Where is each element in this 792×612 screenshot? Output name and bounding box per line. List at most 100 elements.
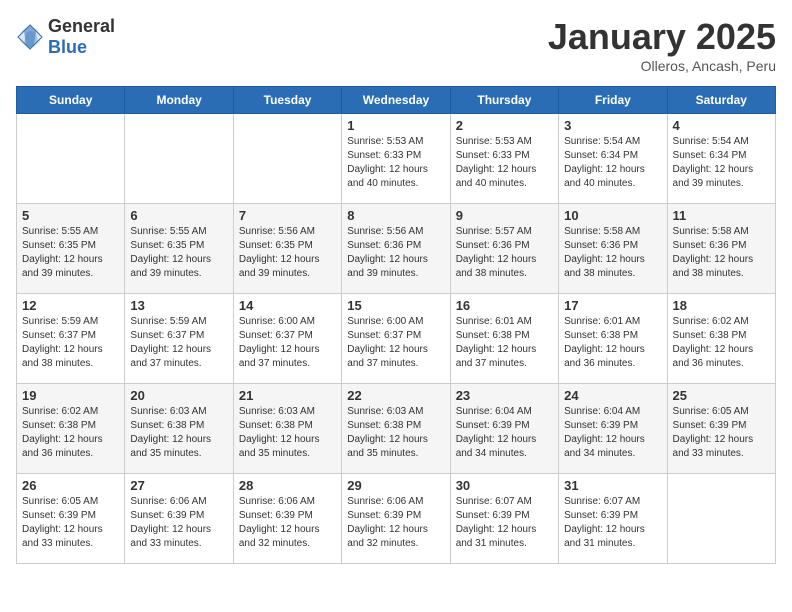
calendar-week-row: 12 Sunrise: 5:59 AM Sunset: 6:37 PM Dayli… xyxy=(17,294,776,384)
day-number: 31 xyxy=(564,478,661,493)
day-info: Sunrise: 5:59 AM Sunset: 6:37 PM Dayligh… xyxy=(130,315,227,371)
day-info: Sunrise: 6:04 AM Sunset: 6:39 PM Dayligh… xyxy=(564,405,661,461)
day-number: 9 xyxy=(456,208,553,223)
day-info: Sunrise: 6:06 AM Sunset: 6:39 PM Dayligh… xyxy=(347,495,444,551)
day-info: Sunrise: 5:56 AM Sunset: 6:35 PM Dayligh… xyxy=(239,225,336,281)
logo-general: General xyxy=(48,16,115,36)
table-row: 9Sunrise: 5:57 AM Sunset: 6:36 PM Daylig… xyxy=(450,204,558,294)
table-row: 21 Sunrise: 6:03 AM Sunset: 6:38 PM Dayli… xyxy=(233,384,341,474)
day-number: 7 xyxy=(239,208,336,223)
col-saturday: Saturday xyxy=(667,87,775,114)
table-row: 27Sunrise: 6:06 AM Sunset: 6:39 PM Dayli… xyxy=(125,474,233,564)
table-row: 20 Sunrise: 6:03 AM Sunset: 6:38 PM Dayli… xyxy=(125,384,233,474)
day-number: 2 xyxy=(456,118,553,133)
day-number: 6 xyxy=(130,208,227,223)
table-row: 17Sunrise: 6:01 AM Sunset: 6:38 PM Dayli… xyxy=(559,294,667,384)
calendar-week-row: 5 Sunrise: 5:55 AM Sunset: 6:35 PM Daylig… xyxy=(17,204,776,294)
table-row: 25 Sunrise: 6:05 AM Sunset: 6:39 PM Dayli… xyxy=(667,384,775,474)
table-row xyxy=(125,114,233,204)
table-row: 28 Sunrise: 6:06 AM Sunset: 6:39 PM Dayli… xyxy=(233,474,341,564)
day-number: 21 xyxy=(239,388,336,403)
day-number: 4 xyxy=(673,118,770,133)
table-row: 29Sunrise: 6:06 AM Sunset: 6:39 PM Dayli… xyxy=(342,474,450,564)
day-number: 26 xyxy=(22,478,119,493)
title-area: January 2025 Olleros, Ancash, Peru xyxy=(548,16,776,74)
day-number: 16 xyxy=(456,298,553,313)
day-info: Sunrise: 6:06 AM Sunset: 6:39 PM Dayligh… xyxy=(239,495,336,551)
table-row: 1 Sunrise: 5:53 AM Sunset: 6:33 PM Daylig… xyxy=(342,114,450,204)
table-row: 12 Sunrise: 5:59 AM Sunset: 6:37 PM Dayli… xyxy=(17,294,125,384)
day-number: 24 xyxy=(564,388,661,403)
table-row: 19Sunrise: 6:02 AM Sunset: 6:38 PM Dayli… xyxy=(17,384,125,474)
table-row: 18 Sunrise: 6:02 AM Sunset: 6:38 PM Dayli… xyxy=(667,294,775,384)
day-number: 20 xyxy=(130,388,227,403)
day-number: 1 xyxy=(347,118,444,133)
table-row: 16 Sunrise: 6:01 AM Sunset: 6:38 PM Dayli… xyxy=(450,294,558,384)
day-info: Sunrise: 6:02 AM Sunset: 6:38 PM Dayligh… xyxy=(673,315,770,371)
col-thursday: Thursday xyxy=(450,87,558,114)
table-row: 4 Sunrise: 5:54 AM Sunset: 6:34 PM Daylig… xyxy=(667,114,775,204)
day-info: Sunrise: 5:54 AM Sunset: 6:34 PM Dayligh… xyxy=(564,135,661,191)
table-row: 22Sunrise: 6:03 AM Sunset: 6:38 PM Dayli… xyxy=(342,384,450,474)
col-monday: Monday xyxy=(125,87,233,114)
col-wednesday: Wednesday xyxy=(342,87,450,114)
day-info: Sunrise: 5:59 AM Sunset: 6:37 PM Dayligh… xyxy=(22,315,119,371)
table-row: 6 Sunrise: 5:55 AM Sunset: 6:35 PM Daylig… xyxy=(125,204,233,294)
day-info: Sunrise: 6:00 AM Sunset: 6:37 PM Dayligh… xyxy=(239,315,336,371)
day-info: Sunrise: 6:03 AM Sunset: 6:38 PM Dayligh… xyxy=(130,405,227,461)
col-sunday: Sunday xyxy=(17,87,125,114)
page-header: General Blue January 2025 Olleros, Ancas… xyxy=(16,16,776,74)
logo-icon xyxy=(16,23,44,51)
day-info: Sunrise: 6:07 AM Sunset: 6:39 PM Dayligh… xyxy=(456,495,553,551)
table-row: 30 Sunrise: 6:07 AM Sunset: 6:39 PM Dayli… xyxy=(450,474,558,564)
day-info: Sunrise: 5:58 AM Sunset: 6:36 PM Dayligh… xyxy=(564,225,661,281)
day-number: 8 xyxy=(347,208,444,223)
day-number: 14 xyxy=(239,298,336,313)
day-info: Sunrise: 5:54 AM Sunset: 6:34 PM Dayligh… xyxy=(673,135,770,191)
calendar-subtitle: Olleros, Ancash, Peru xyxy=(548,58,776,74)
day-number: 27 xyxy=(130,478,227,493)
day-number: 25 xyxy=(673,388,770,403)
calendar-week-row: 26 Sunrise: 6:05 AM Sunset: 6:39 PM Dayli… xyxy=(17,474,776,564)
logo-blue: Blue xyxy=(48,37,87,57)
day-info: Sunrise: 6:03 AM Sunset: 6:38 PM Dayligh… xyxy=(239,405,336,461)
day-number: 12 xyxy=(22,298,119,313)
day-info: Sunrise: 6:05 AM Sunset: 6:39 PM Dayligh… xyxy=(673,405,770,461)
day-info: Sunrise: 5:55 AM Sunset: 6:35 PM Dayligh… xyxy=(22,225,119,281)
day-number: 30 xyxy=(456,478,553,493)
day-number: 11 xyxy=(673,208,770,223)
day-number: 13 xyxy=(130,298,227,313)
day-number: 15 xyxy=(347,298,444,313)
table-row: 24 Sunrise: 6:04 AM Sunset: 6:39 PM Dayli… xyxy=(559,384,667,474)
day-info: Sunrise: 6:02 AM Sunset: 6:38 PM Dayligh… xyxy=(22,405,119,461)
logo: General Blue xyxy=(16,16,115,58)
day-number: 3 xyxy=(564,118,661,133)
table-row: 7 Sunrise: 5:56 AM Sunset: 6:35 PM Daylig… xyxy=(233,204,341,294)
calendar-header-row: Sunday Monday Tuesday Wednesday Thursday… xyxy=(17,87,776,114)
day-info: Sunrise: 5:53 AM Sunset: 6:33 PM Dayligh… xyxy=(347,135,444,191)
day-info: Sunrise: 6:07 AM Sunset: 6:39 PM Dayligh… xyxy=(564,495,661,551)
day-info: Sunrise: 6:04 AM Sunset: 6:39 PM Dayligh… xyxy=(456,405,553,461)
day-number: 18 xyxy=(673,298,770,313)
table-row xyxy=(17,114,125,204)
table-row: 8 Sunrise: 5:56 AM Sunset: 6:36 PM Daylig… xyxy=(342,204,450,294)
day-info: Sunrise: 6:00 AM Sunset: 6:37 PM Dayligh… xyxy=(347,315,444,371)
table-row: 23 Sunrise: 6:04 AM Sunset: 6:39 PM Dayli… xyxy=(450,384,558,474)
day-number: 28 xyxy=(239,478,336,493)
calendar-title: January 2025 xyxy=(548,16,776,58)
day-number: 5 xyxy=(22,208,119,223)
table-row: 31 Sunrise: 6:07 AM Sunset: 6:39 PM Dayli… xyxy=(559,474,667,564)
day-info: Sunrise: 5:55 AM Sunset: 6:35 PM Dayligh… xyxy=(130,225,227,281)
table-row: 13 Sunrise: 5:59 AM Sunset: 6:37 PM Dayli… xyxy=(125,294,233,384)
logo-text: General Blue xyxy=(48,16,115,58)
calendar-week-row: 1 Sunrise: 5:53 AM Sunset: 6:33 PM Daylig… xyxy=(17,114,776,204)
table-row: 5 Sunrise: 5:55 AM Sunset: 6:35 PM Daylig… xyxy=(17,204,125,294)
table-row: 3 Sunrise: 5:54 AM Sunset: 6:34 PM Daylig… xyxy=(559,114,667,204)
day-info: Sunrise: 6:05 AM Sunset: 6:39 PM Dayligh… xyxy=(22,495,119,551)
table-row: 26 Sunrise: 6:05 AM Sunset: 6:39 PM Dayli… xyxy=(17,474,125,564)
day-info: Sunrise: 5:56 AM Sunset: 6:36 PM Dayligh… xyxy=(347,225,444,281)
table-row: 11Sunrise: 5:58 AM Sunset: 6:36 PM Dayli… xyxy=(667,204,775,294)
calendar-week-row: 19Sunrise: 6:02 AM Sunset: 6:38 PM Dayli… xyxy=(17,384,776,474)
day-number: 23 xyxy=(456,388,553,403)
day-info: Sunrise: 6:01 AM Sunset: 6:38 PM Dayligh… xyxy=(456,315,553,371)
